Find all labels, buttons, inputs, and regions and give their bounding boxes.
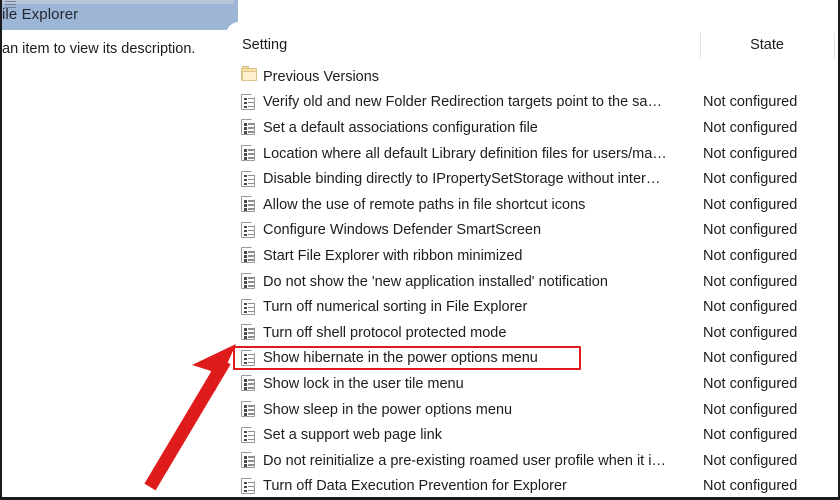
row-setting-label: Allow the use of remote paths in file sh…: [263, 196, 586, 213]
row-setting-label: Show hibernate in the power options menu: [263, 350, 538, 367]
table-row[interactable]: Turn off Data Execution Prevention for E…: [234, 474, 838, 498]
row-state-value: Not configured: [703, 478, 798, 495]
policy-icon: [241, 196, 256, 213]
row-setting-label: Set a support web page link: [263, 427, 442, 444]
policy-icon: [241, 375, 256, 392]
row-setting-label: Start File Explorer with ribbon minimize…: [263, 247, 523, 264]
row-state-value: Not configured: [703, 273, 798, 290]
table-row[interactable]: Turn off shell protocol protected mode No…: [234, 320, 838, 346]
row-setting-label: Configure Windows Defender SmartScreen: [263, 222, 542, 239]
row-setting-label: Set a default associations configuration…: [263, 119, 538, 136]
table-row[interactable]: Verify old and new Folder Redirection ta…: [234, 90, 838, 116]
row-setting-label: Turn off numerical sorting in File Explo…: [263, 299, 528, 316]
table-row[interactable]: Start File Explorer with ribbon minimize…: [234, 243, 838, 269]
row-state-value: Not configured: [703, 375, 798, 392]
title-bar-top-shade: [2, 0, 234, 4]
window-title: ile Explorer: [2, 6, 79, 23]
table-row[interactable]: Show lock in the user tile menu Not confi…: [234, 371, 838, 397]
row-state-value: Not configured: [703, 247, 798, 264]
policy-icon: [241, 221, 256, 239]
tab-top-mask: [238, 0, 838, 34]
settings-list-pane: Setting State Previous Versions Verify ol…: [234, 30, 838, 497]
settings-rows: Previous Versions Verify old and new Fold…: [234, 64, 838, 498]
row-state-value: Not configured: [703, 196, 798, 213]
row-state-value: Not configured: [703, 324, 798, 341]
list-header: Setting State: [234, 30, 838, 62]
policy-icon: [241, 170, 256, 188]
window-title-bar: ile Explorer: [2, 0, 234, 30]
table-row[interactable]: Do not show the 'new application install…: [234, 269, 838, 295]
row-state-value: Not configured: [703, 94, 798, 111]
description-text: an item to view its description.: [2, 41, 196, 57]
row-setting-label: Verify old and new Folder Redirection ta…: [263, 94, 662, 111]
group-policy-editor-window: ile Explorer an item to view its descrip…: [0, 0, 840, 500]
policy-icon: [241, 401, 256, 418]
column-header-setting[interactable]: Setting: [242, 37, 287, 53]
row-state-value: Not configured: [703, 145, 798, 162]
policy-icon: [241, 452, 256, 469]
policy-icon: [241, 324, 256, 341]
table-row[interactable]: Location where all default Library defin…: [234, 141, 838, 167]
table-row[interactable]: Disable binding directly to IPropertySet…: [234, 166, 838, 192]
policy-icon: [241, 273, 256, 290]
policy-icon: [241, 349, 256, 367]
table-row[interactable]: Set a default associations configuration…: [234, 115, 838, 141]
policy-icon: [241, 426, 256, 444]
column-divider-end[interactable]: [834, 33, 835, 59]
folder-icon: [241, 66, 257, 85]
row-setting-label: Do not reinitialize a pre-existing roame…: [263, 452, 666, 469]
column-divider-state[interactable]: [700, 33, 701, 59]
row-state-value: Not configured: [703, 427, 798, 444]
row-setting-label: Disable binding directly to IPropertySet…: [263, 171, 661, 188]
table-row[interactable]: Show hibernate in the power options menu…: [234, 346, 838, 372]
table-row[interactable]: Turn off numerical sorting in File Explo…: [234, 294, 838, 320]
table-row[interactable]: Set a support web page link Not configure…: [234, 422, 838, 448]
row-state-value: Not configured: [703, 350, 798, 367]
row-setting-label: Turn off Data Execution Prevention for E…: [263, 478, 567, 495]
table-row[interactable]: Allow the use of remote paths in file sh…: [234, 192, 838, 218]
table-row[interactable]: Show sleep in the power options menu Not …: [234, 397, 838, 423]
row-state-value: Not configured: [703, 119, 798, 136]
row-setting-label: Location where all default Library defin…: [263, 145, 667, 162]
policy-icon: [241, 298, 256, 316]
row-setting-label: Previous Versions: [263, 68, 380, 85]
row-setting-label: Show lock in the user tile menu: [263, 375, 464, 392]
row-setting-label: Turn off shell protocol protected mode: [263, 324, 507, 341]
table-row[interactable]: Configure Windows Defender SmartScreen No…: [234, 218, 838, 244]
policy-icon: [241, 145, 256, 162]
policy-icon: [241, 477, 256, 495]
policy-icon: [241, 247, 256, 264]
row-state-value: Not configured: [703, 171, 798, 188]
column-header-state[interactable]: State: [702, 37, 832, 53]
table-row[interactable]: Do not reinitialize a pre-existing roame…: [234, 448, 838, 474]
row-state-value: Not configured: [703, 222, 798, 239]
policy-icon: [241, 93, 256, 111]
policy-icon: [241, 119, 256, 136]
row-setting-label: Show sleep in the power options menu: [263, 401, 513, 418]
description-pane: an item to view its description.: [2, 30, 230, 497]
row-state-value: Not configured: [703, 452, 798, 469]
table-row[interactable]: Previous Versions: [234, 64, 838, 90]
row-setting-label: Do not show the 'new application install…: [263, 273, 608, 290]
row-state-value: Not configured: [703, 401, 798, 418]
row-state-value: Not configured: [703, 299, 798, 316]
